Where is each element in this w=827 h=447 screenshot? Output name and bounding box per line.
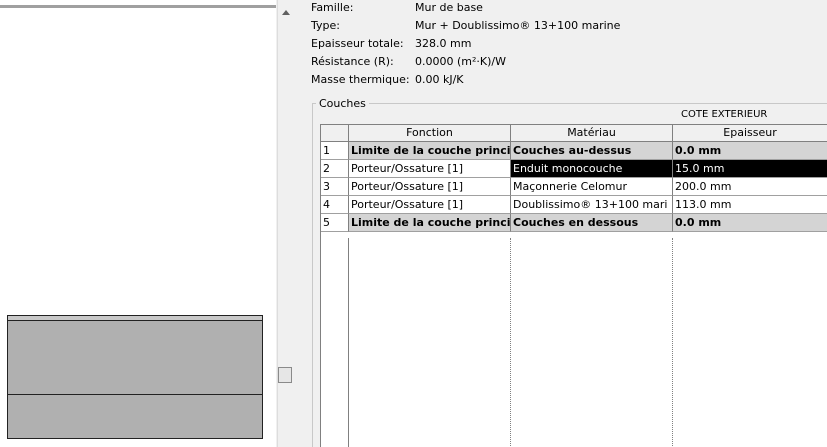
- column-line-fonction: [510, 238, 511, 447]
- cell-fonction[interactable]: Limite de la couche principal: [349, 214, 511, 232]
- cell-materiau[interactable]: Couches au-dessus: [511, 142, 673, 160]
- cell-fonction[interactable]: Porteur/Ossature [1]: [349, 196, 511, 214]
- prop-masse-label: Masse thermique:: [311, 73, 410, 86]
- cell-fonction[interactable]: Porteur/Ossature [1]: [349, 178, 511, 196]
- column-line-number: [348, 238, 349, 447]
- cell-fonction[interactable]: Limite de la couche principal: [349, 142, 511, 160]
- prop-epaisseur-label: Epaisseur totale:: [311, 37, 404, 50]
- couches-group-label: Couches: [316, 97, 369, 110]
- cell-materiau[interactable]: Enduit monocouche: [511, 160, 673, 178]
- prop-famille-label: Famille:: [311, 1, 354, 14]
- cell-materiau[interactable]: Doublissimo® 13+100 mari: [511, 196, 673, 214]
- prop-type: Type: Mur + Doublissimo® 13+100 marine: [311, 18, 811, 34]
- scroll-up-arrow-icon[interactable]: [282, 10, 290, 15]
- row-number[interactable]: 4: [321, 196, 349, 214]
- header-fonction[interactable]: Fonction: [349, 125, 511, 142]
- prop-masse-value: 0.00 kJ/K: [415, 73, 464, 86]
- prop-type-label: Type:: [311, 19, 340, 32]
- cell-epaisseur[interactable]: 113.0 mm: [673, 196, 827, 214]
- preview-divider: [0, 5, 276, 8]
- prop-famille-value: Mur de base: [415, 1, 483, 14]
- header-corner: [321, 125, 349, 142]
- prop-epaisseur-value: 328.0 mm: [415, 37, 472, 50]
- prop-resistance-value: 0.0000 (m²·K)/W: [415, 55, 506, 68]
- prop-resistance: Résistance (R): 0.0000 (m²·K)/W: [311, 54, 811, 70]
- cell-epaisseur[interactable]: 0.0 mm: [673, 142, 827, 160]
- cell-epaisseur[interactable]: 200.0 mm: [673, 178, 827, 196]
- prop-masse: Masse thermique: 0.00 kJ/K: [311, 72, 811, 88]
- prop-type-value: Mur + Doublissimo® 13+100 marine: [415, 19, 621, 32]
- cell-materiau[interactable]: Couches en dessous: [511, 214, 673, 232]
- scroll-thumb[interactable]: [278, 367, 292, 383]
- preview-scrollbar[interactable]: [277, 0, 294, 447]
- row-number[interactable]: 1: [321, 142, 349, 160]
- wall-section-cap: [8, 316, 262, 321]
- row-number[interactable]: 3: [321, 178, 349, 196]
- prop-famille: Famille: Mur de base: [311, 0, 811, 16]
- wall-section-preview: [7, 315, 263, 439]
- cell-epaisseur[interactable]: 15.0 mm: [673, 160, 827, 178]
- header-materiau[interactable]: Matériau: [511, 125, 673, 142]
- cote-exterieur-label: COTE EXTERIEUR: [681, 109, 768, 120]
- row-number[interactable]: 5: [321, 214, 349, 232]
- prop-epaisseur: Epaisseur totale: 328.0 mm: [311, 36, 811, 52]
- prop-resistance-label: Résistance (R):: [311, 55, 394, 68]
- cell-fonction[interactable]: Porteur/Ossature [1]: [349, 160, 511, 178]
- cell-materiau[interactable]: Maçonnerie Celomur: [511, 178, 673, 196]
- row-number[interactable]: 2: [321, 160, 349, 178]
- column-line-materiau: [672, 238, 673, 447]
- layers-table: Fonction Matériau Epaisseur 1 Limite de …: [320, 124, 827, 447]
- wall-section-divider: [8, 394, 262, 395]
- wall-preview-pane: [0, 0, 276, 447]
- cell-epaisseur[interactable]: 0.0 mm: [673, 214, 827, 232]
- header-epaisseur[interactable]: Epaisseur: [673, 125, 827, 142]
